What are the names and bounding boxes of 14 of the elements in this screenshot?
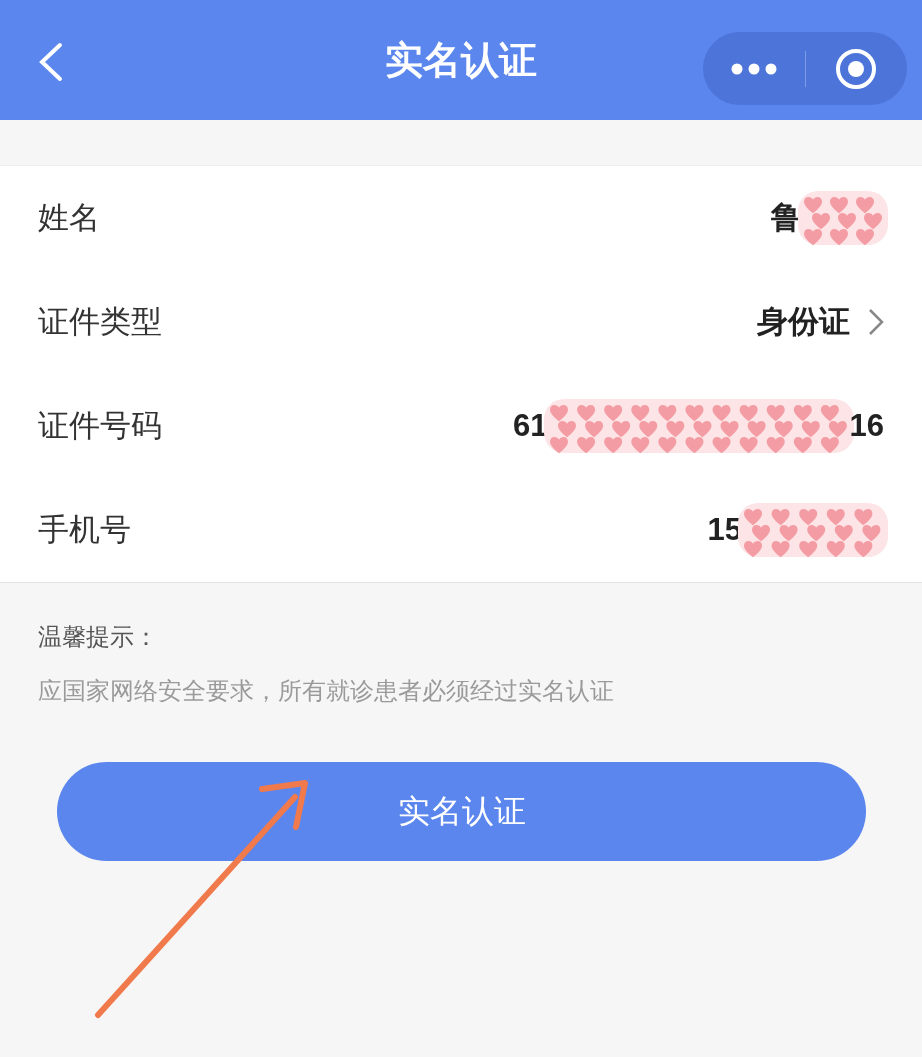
field-value[interactable]: 身份证 [757,301,850,343]
field-label: 姓名 [38,199,100,237]
field-value: 61 [513,408,548,444]
field-label: 证件号码 [38,407,162,445]
field-value: 16 [849,408,884,444]
field-value: 鲁 [771,199,802,237]
chevron-right-icon [868,308,884,336]
field-label: 手机号 [38,511,131,549]
more-icon[interactable] [730,62,777,75]
field-label: 证件类型 [38,303,162,341]
close-target-icon[interactable] [835,47,878,90]
page-title: 实名认证 [385,37,537,83]
notice-text: 应国家网络安全要求，所有就诊患者必须经过实名认证 [38,676,615,706]
notice-title: 温馨提示： [38,622,159,652]
